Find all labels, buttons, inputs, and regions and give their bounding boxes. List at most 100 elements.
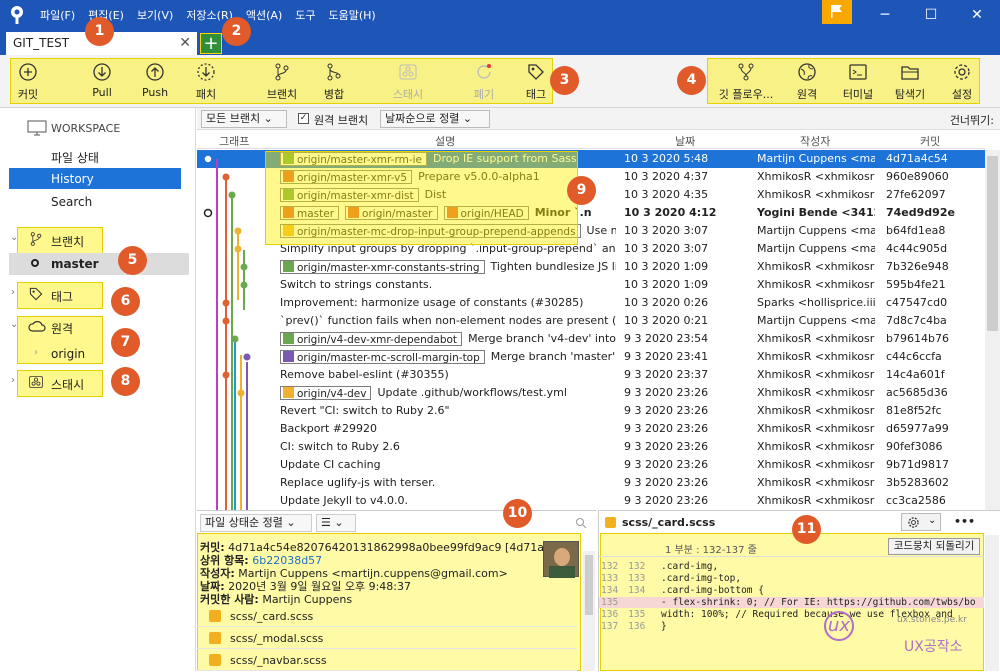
sidebar-item-master[interactable]: master (9, 253, 189, 275)
table-row[interactable]: Update CI caching 9 3 2020 23:26 XhmikosR … (197, 456, 985, 474)
table-row[interactable]: Remove babel-eslint (#30355) 9 3 2020 23:… (197, 366, 985, 384)
branch-ref-label[interactable]: origin/master (345, 206, 438, 220)
branch-button[interactable]: 브랜치 (262, 62, 302, 102)
table-row[interactable]: Replace uglify-js with terser. 9 3 2020 2… (197, 474, 985, 492)
modified-file-icon (209, 654, 221, 666)
details-scrollbar[interactable] (583, 551, 595, 671)
new-tab-button[interactable]: + (200, 33, 222, 54)
remote-branch-checkbox[interactable]: ✓ (298, 113, 309, 124)
branch-ref-label[interactable]: origin/v4-dev (280, 386, 372, 400)
history-scrollbar[interactable] (985, 150, 1000, 510)
menu-file[interactable]: 파일(F) (40, 7, 75, 23)
branch-ref-label[interactable]: origin/HEAD (443, 206, 529, 220)
list-item[interactable]: scss/_navbar.scss (197, 649, 577, 671)
file-sort-select[interactable]: 파일 상태순 정렬 ⌄ (200, 514, 312, 532)
tag-button[interactable]: 태그 (520, 62, 552, 102)
menu-actions[interactable]: 액션(A) (246, 7, 282, 23)
table-row[interactable]: origin/master-xmr-rm-ie Drop IE support f… (197, 150, 985, 168)
commit-hash: b64fd1ea8 (886, 224, 946, 237)
minimize-button[interactable]: ─ (862, 0, 908, 30)
commit-message: Merge branch 'master' in (490, 350, 616, 363)
terminal-label: 터미널 (842, 88, 874, 101)
chevron-right-icon: › (11, 287, 15, 298)
table-row[interactable]: Revert "CI: switch to Ruby 2.6" 9 3 2020 … (197, 402, 985, 420)
commit-button[interactable]: 커밋 (10, 62, 46, 102)
table-row[interactable]: origin/master-mc-scroll-margin-top Merge … (197, 348, 985, 366)
table-row[interactable]: origin/v4-dev Update .github/workflows/te… (197, 384, 985, 402)
table-row[interactable]: Update Jekyll to v4.0.0. 9 3 2020 23:26 Xh… (197, 492, 985, 510)
patch-button[interactable]: 패치 (190, 62, 222, 102)
diff-options-button[interactable]: ⌄ (901, 513, 941, 531)
branch-ref-name: origin/master-mc-scroll-margin-top (297, 352, 480, 364)
diff-scrollbar[interactable] (985, 535, 999, 671)
sidebar-item-origin[interactable]: origin (51, 347, 85, 361)
branch-ref-label[interactable]: origin/master-xmr-rm-ie (280, 152, 427, 166)
sidebar-stashes-heading[interactable]: 스태시 (51, 376, 84, 393)
branch-ref-label[interactable]: origin/master-mc-scroll-margin-top (280, 350, 485, 364)
settings-button[interactable]: 설정 (946, 62, 978, 102)
table-row[interactable]: `prev()` function fails when non-element… (197, 312, 985, 330)
branch-ref-label[interactable]: origin/master-mc-drop-input-group-prepen… (280, 224, 581, 238)
menu-tools[interactable]: 도구 (295, 7, 315, 23)
close-window-button[interactable]: ✕ (954, 0, 1000, 30)
table-row[interactable]: origin/master-mc-drop-input-group-prepen… (197, 222, 985, 240)
explorer-button[interactable]: 탐색기 (890, 62, 930, 102)
scrollbar-thumb[interactable] (585, 555, 593, 615)
column-commit[interactable]: 커밋 (920, 133, 940, 149)
table-row[interactable]: Backport #29920 9 3 2020 23:26 XhmikosR <x… (197, 420, 985, 438)
notification-flag-button[interactable] (822, 0, 852, 24)
gitflow-button[interactable]: 깃 플로우... (712, 62, 780, 102)
menu-help[interactable]: 도움말(H) (329, 7, 376, 23)
branch-ref-label[interactable]: origin/master-xmr-constants-string (280, 260, 485, 274)
column-graph[interactable]: 그래프 (219, 133, 249, 149)
commit-hash: 7b326e948 (886, 260, 949, 273)
remote-button[interactable]: 원격 (792, 62, 822, 102)
table-row[interactable]: origin/v4-dev-xmr-dependabot Merge branch… (197, 330, 985, 348)
branch-filter-select[interactable]: 모든 브랜치 ⌄ (201, 110, 287, 128)
push-button[interactable]: Push (138, 62, 172, 102)
list-item[interactable]: scss/_modal.scss (197, 627, 577, 649)
terminal-button[interactable]: 터미널 (838, 62, 878, 102)
branch-ref-label[interactable]: master (280, 206, 340, 220)
scrollbar-thumb[interactable] (987, 156, 998, 331)
table-row[interactable]: CI: switch to Ruby 2.6 9 3 2020 23:26 Xhmi… (197, 438, 985, 456)
maximize-button[interactable]: ☐ (908, 0, 954, 30)
more-options-button[interactable]: ••• (954, 515, 975, 528)
column-date[interactable]: 날짜 (675, 133, 695, 149)
commit-date: 10 3 2020 5:48 (624, 152, 709, 165)
revert-hunk-button[interactable]: 코드뭉치 되돌리기 (888, 538, 980, 555)
discard-label: 폐기 (473, 88, 495, 101)
discard-button[interactable]: 폐기 (468, 62, 500, 102)
sidebar-item-history[interactable]: History (9, 168, 181, 189)
commit-description: Update Jekyll to v4.0.0. (280, 494, 616, 507)
table-row[interactable]: Simplify input groups by dropping `.inpu… (197, 240, 985, 258)
sidebar-branches-heading[interactable]: 브랜치 (51, 233, 84, 250)
column-author[interactable]: 작성자 (800, 133, 830, 149)
table-row[interactable]: master origin/master origin/HEAD Minor `.n 1… (197, 204, 985, 222)
table-row[interactable]: origin/master-xmr-constants-string Tighte… (197, 258, 985, 276)
line-numbers: 132 132 (601, 561, 645, 572)
search-icon[interactable] (575, 517, 587, 529)
sidebar-tags-heading[interactable]: 태그 (51, 288, 73, 305)
settings-label: 설정 (951, 88, 973, 101)
pull-button[interactable]: Pull (86, 62, 118, 102)
sidebar-item-file-status[interactable]: 파일 상태 (51, 149, 99, 166)
menu-view[interactable]: 보기(V) (137, 7, 173, 23)
terminal-icon (849, 64, 867, 80)
branch-ref-label[interactable]: origin/master-xmr-dist (280, 188, 419, 202)
stash-button[interactable]: 스태시 (386, 62, 430, 102)
list-item[interactable]: scss/_card.scss (197, 605, 577, 627)
branch-ref-label[interactable]: origin/master-xmr-v5 (280, 170, 413, 184)
view-mode-select[interactable]: ☰ ⌄ (316, 514, 356, 532)
branch-ref-label[interactable]: origin/v4-dev-xmr-dependabot (280, 332, 463, 346)
sidebar-remotes-heading[interactable]: 원격 (51, 320, 73, 337)
column-description[interactable]: 설명 (435, 133, 455, 149)
sidebar-item-search[interactable]: Search (51, 195, 92, 209)
commit-date: 10 3 2020 3:07 (624, 224, 709, 237)
sort-select[interactable]: 날짜순으로 정렬 ⌄ (380, 110, 490, 128)
table-row[interactable]: Improvement: harmonize usage of constant… (197, 294, 985, 312)
tab-close-icon[interactable]: ✕ (179, 35, 191, 51)
code-text: .card-img-bottom { (661, 585, 764, 596)
merge-button[interactable]: 병합 (318, 62, 350, 102)
table-row[interactable]: Switch to strings constants. 10 3 2020 1:… (197, 276, 985, 294)
